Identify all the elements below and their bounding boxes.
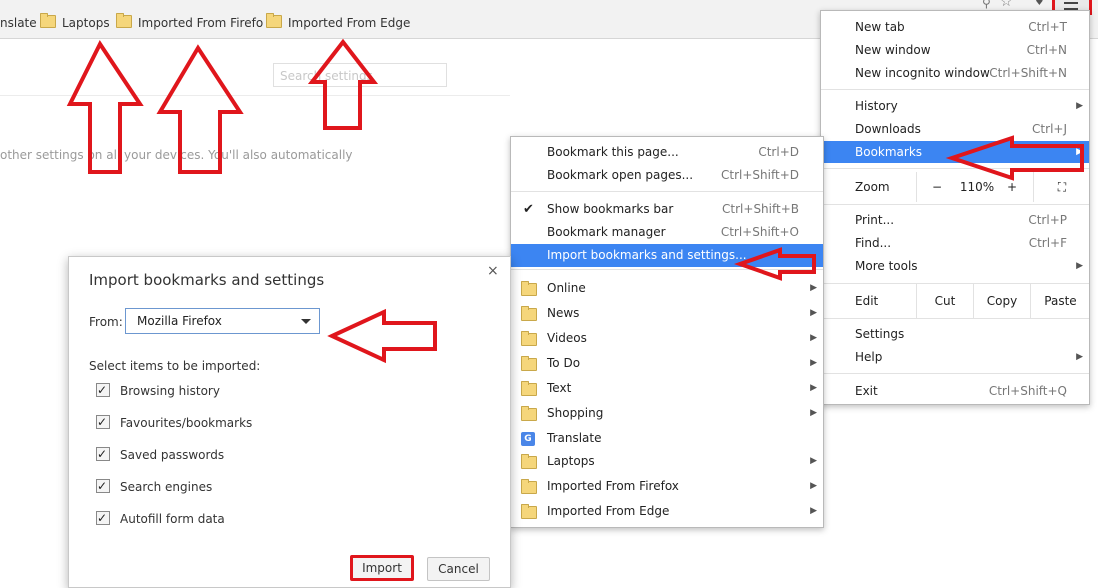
annotation-arrow-up: [307, 38, 379, 130]
annotation-arrow-up: [156, 44, 244, 174]
annotation-arrow-left: [733, 247, 816, 281]
annotation-arrow-up: [66, 40, 144, 174]
annotation-overlay: [66, 38, 1084, 364]
annotation-arrow-left: [327, 308, 437, 364]
annotation-arrow-left: [945, 135, 1084, 181]
